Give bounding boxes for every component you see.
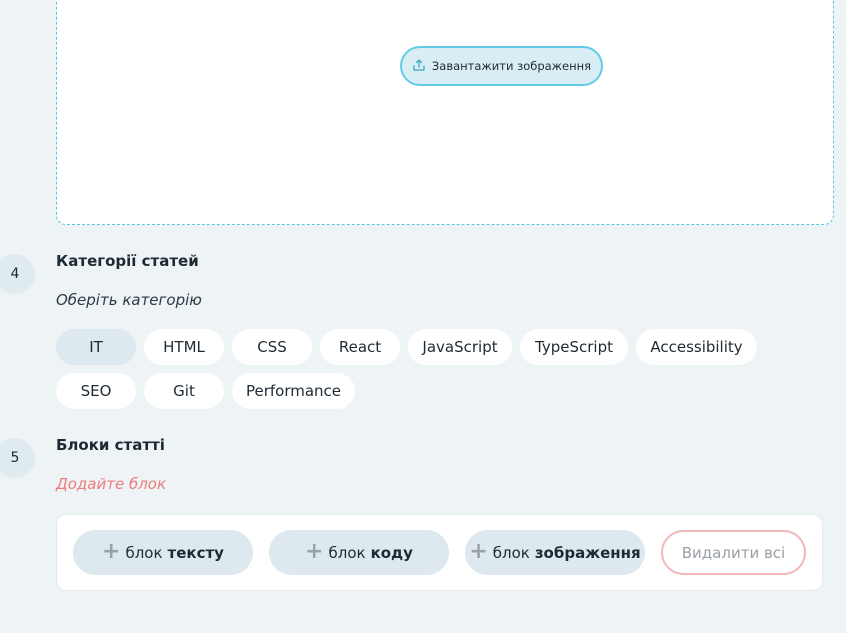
blocks-title: Блоки статті xyxy=(56,436,165,454)
category-chip-seo[interactable]: SEO xyxy=(56,373,136,409)
step-number-4: 4 xyxy=(0,254,35,294)
upload-image-label: Завантажити зображення xyxy=(431,59,592,73)
block-prefix: блок xyxy=(492,543,530,562)
upload-icon xyxy=(412,58,426,75)
category-chip-accessibility[interactable]: Accessibility xyxy=(636,329,757,365)
blocks-hint: Додайте блок xyxy=(56,475,167,493)
delete-all-blocks-button[interactable]: Видалити всі xyxy=(661,530,806,575)
image-upload-area[interactable]: Завантажити зображення xyxy=(56,0,834,225)
add-image-block-button[interactable]: + блок зображення xyxy=(465,530,645,575)
category-chip-performance[interactable]: Performance xyxy=(232,373,355,409)
upload-image-button[interactable]: Завантажити зображення xyxy=(400,46,603,86)
plus-icon: + xyxy=(305,538,324,564)
plus-icon: + xyxy=(102,538,121,564)
block-type-label: тексту xyxy=(167,543,224,562)
category-chip-typescript[interactable]: TypeScript xyxy=(520,329,628,365)
blocks-panel: + блок тексту + блок коду + блок зображе… xyxy=(56,514,823,591)
block-prefix: блок xyxy=(125,543,163,562)
category-chip-react[interactable]: React xyxy=(320,329,400,365)
category-chip-it[interactable]: IT xyxy=(56,329,136,365)
add-text-block-button[interactable]: + блок тексту xyxy=(73,530,253,575)
add-code-block-button[interactable]: + блок коду xyxy=(269,530,449,575)
categories-title: Категорії статей xyxy=(56,252,199,270)
plus-icon: + xyxy=(469,538,488,564)
category-chip-javascript[interactable]: JavaScript xyxy=(408,329,512,365)
block-type-label: коду xyxy=(370,543,413,562)
category-chip-css[interactable]: CSS xyxy=(232,329,312,365)
block-type-label: зображення xyxy=(534,543,641,562)
step-number-5: 5 xyxy=(0,438,35,478)
block-prefix: блок xyxy=(328,543,366,562)
article-editor-page: Завантажити зображення 4 Категорії стате… xyxy=(0,0,846,633)
category-chip-git[interactable]: Git xyxy=(144,373,224,409)
categories-hint: Оберіть категорію xyxy=(56,291,202,309)
category-chip-list: IT HTML CSS React JavaScript TypeScript … xyxy=(56,329,776,409)
category-chip-html[interactable]: HTML xyxy=(144,329,224,365)
